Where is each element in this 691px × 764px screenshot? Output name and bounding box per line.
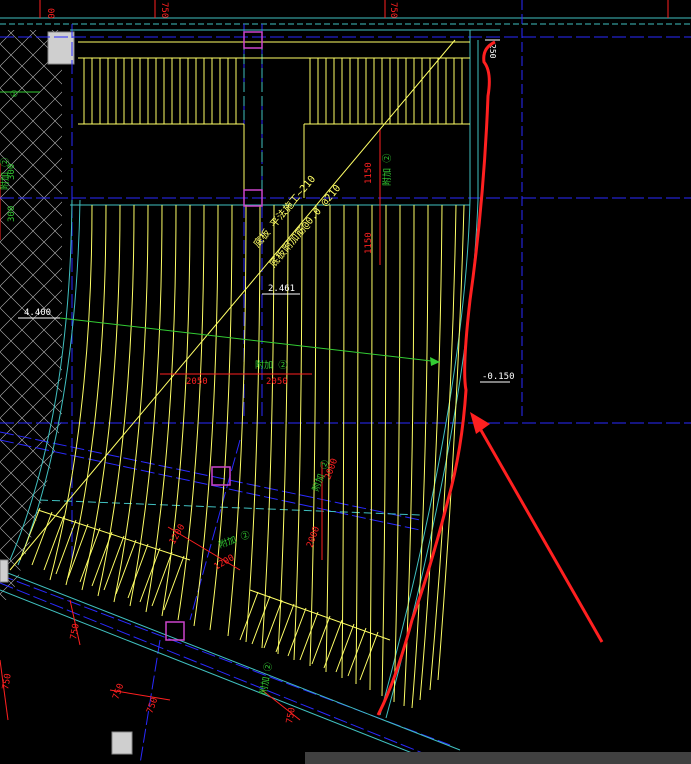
cad-drawing-canvas[interactable]: 00 750 750 ① 300 300 底板 平法施工~210 底板附加筋@0… xyxy=(0,0,691,764)
dim-1200a: 1200 xyxy=(168,523,188,547)
elevation-2461: 2.461 xyxy=(268,284,295,294)
dim-750a: 750 xyxy=(69,623,82,641)
ruler-tick-2: 750 xyxy=(388,2,398,18)
elevation-neg0150: -0.150 xyxy=(482,372,515,382)
dim-750c: 750 xyxy=(145,696,160,715)
dim-2050-left: 2050 xyxy=(186,377,208,387)
dim-1150: 1150 xyxy=(364,162,374,184)
dim-2000b: 2000 xyxy=(305,525,322,549)
rebar-block-bottom xyxy=(19,507,379,681)
bar-mark-e: 附加 ② xyxy=(0,158,11,190)
diagonal-note-1: 底板 平法施工~210 xyxy=(250,173,318,250)
circle-marker-left: ① xyxy=(10,90,18,100)
column-square-bottom xyxy=(111,731,133,755)
annotation-arrow xyxy=(470,412,604,643)
axis-grid xyxy=(0,24,691,764)
ruler-tick-0: 00 xyxy=(45,8,55,19)
dim-2050-right: 2050 xyxy=(266,377,288,387)
dim-750e: 750 xyxy=(285,707,298,725)
bar-mark-a: 附加 ② xyxy=(255,359,287,371)
bar-mark-d: 附加 ② xyxy=(217,528,252,550)
bar-mark-b: 附加 ② xyxy=(381,154,393,186)
dim-300b: 300 xyxy=(7,206,17,222)
status-strip xyxy=(305,752,691,764)
rebar-field-curved xyxy=(37,204,465,709)
top-ruler: 00 750 750 xyxy=(0,0,691,420)
column-square-left xyxy=(0,559,9,583)
ruler-tick-1: 750 xyxy=(159,2,169,18)
dim-750d: 750 xyxy=(1,673,14,691)
elevation-4400: 4.400 xyxy=(24,308,51,318)
rebar-block-top xyxy=(78,41,470,198)
diagonal-section-line xyxy=(9,39,456,571)
dim-1150b: 1150 xyxy=(364,232,374,254)
bar-mark-f: 附加 ② xyxy=(257,662,274,696)
cad-drawing: 00 750 750 ① 300 300 底板 平法施工~210 底板附加筋@0… xyxy=(0,0,691,764)
dim-750b: 750 xyxy=(111,682,126,701)
slab-outline xyxy=(0,29,500,764)
